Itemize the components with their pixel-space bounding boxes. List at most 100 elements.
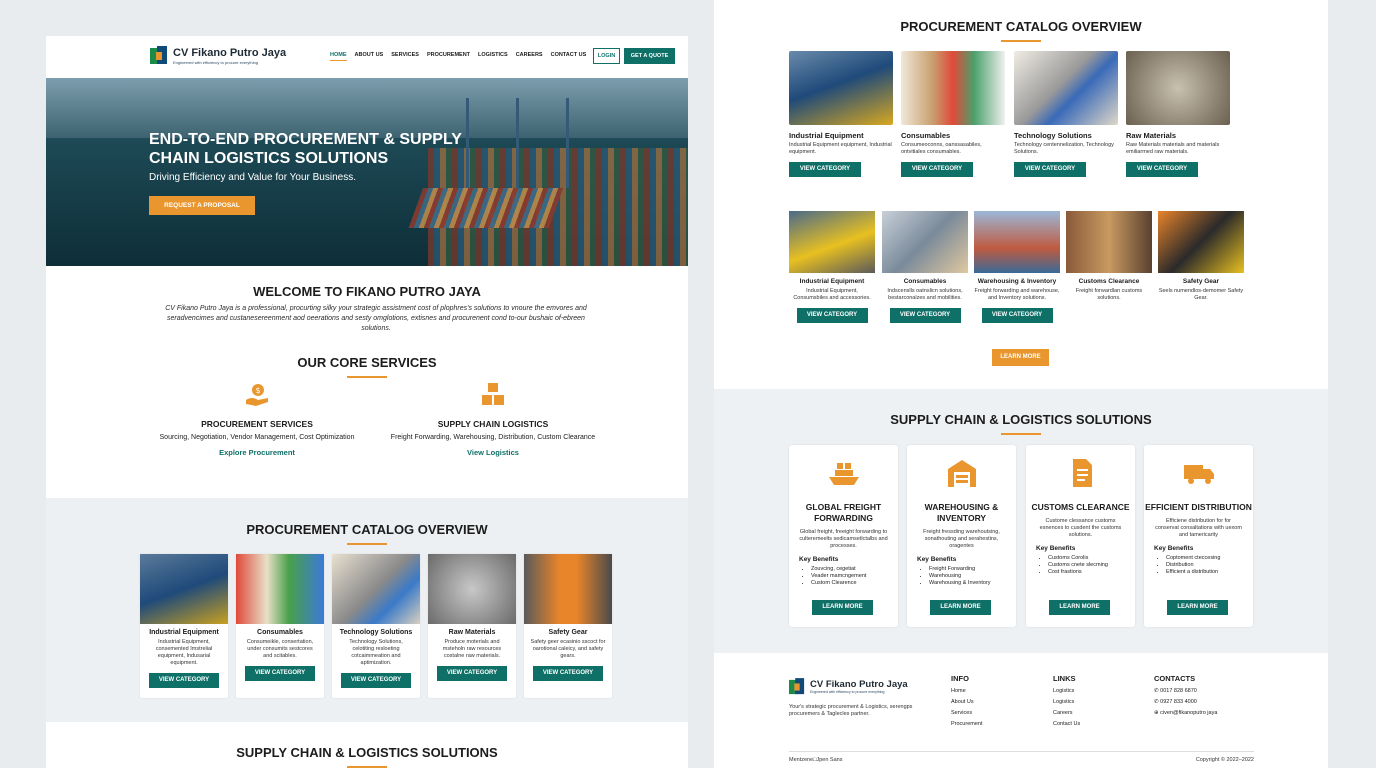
logo-icon: [150, 46, 167, 64]
catalog-card-title: Technology Solutions: [339, 629, 413, 636]
login-button[interactable]: LOGIN: [593, 48, 620, 64]
view-category-button[interactable]: VIEW CATEGORY: [1014, 162, 1086, 177]
service-procurement: $ PROCUREMENT SERVICES Sourcing, Negotia…: [152, 382, 362, 457]
catalog-card-desc: Consumeikle, consertation, under consumi…: [246, 639, 314, 659]
title-underline: [347, 376, 387, 378]
cargo-ship-icon: [828, 463, 859, 485]
solution-title: WAREHOUSING & INVENTORY: [924, 502, 999, 523]
solution-title: CUSTOMS CLEARANCE: [1031, 502, 1130, 512]
catalog-card-title: Industrial Equipment: [799, 278, 865, 285]
footer-link[interactable]: Logistics: [1053, 697, 1080, 708]
view-category-button[interactable]: VIEW CATEGORY: [796, 308, 868, 323]
catalog-title: PROCUREMENT CATALOG OVERVIEW: [714, 19, 1328, 42]
catalog-card: Safety Gear Seels numendlos-demomer Safe…: [1158, 211, 1244, 302]
catalog-card-desc: Technology Solutions, celotiting resloet…: [349, 639, 403, 666]
view-category-button[interactable]: VIEW CATEGORY: [149, 673, 219, 688]
benefit-list: Zouvcing, cegetiat Veader mamcngement Cu…: [811, 566, 898, 587]
nav-services[interactable]: SERVICES: [391, 52, 419, 61]
footer-link[interactable]: About Us: [951, 697, 983, 708]
svg-text:$: $: [255, 386, 260, 395]
nav-about[interactable]: ABOUT US: [355, 52, 384, 61]
catalog-image: [1158, 211, 1244, 273]
learn-more-button[interactable]: LEARN MORE: [930, 600, 991, 615]
catalog-card-title: Safety Gear: [1182, 278, 1220, 285]
view-category-button[interactable]: VIEW CATEGORY: [889, 308, 961, 323]
catalog-card: Technology Solutions Technology centenne…: [1014, 51, 1118, 177]
catalog-card-title: Industrial Equipment: [789, 131, 864, 140]
view-category-button[interactable]: VIEW CATEGORY: [901, 162, 973, 177]
title-underline: [1001, 40, 1041, 42]
catalog-card-title: Safety Gear: [548, 629, 588, 636]
request-proposal-button[interactable]: REQUEST A PROPOSAL: [149, 196, 255, 215]
benefit-item: Freight Forwarding: [929, 566, 1016, 573]
benefit-item: Customs cnete slecming: [1048, 562, 1135, 569]
explore-procurement-link[interactable]: Explore Procurement: [152, 448, 362, 457]
nav-home[interactable]: HOME: [330, 52, 347, 61]
catalog-card: Industrial Equipment Industrial Equipmen…: [140, 554, 228, 698]
benefit-item: Cost frastions: [1048, 569, 1135, 576]
view-category-button[interactable]: VIEW CATEGORY: [1126, 162, 1198, 177]
footer-column-title: CONTACTS: [1154, 674, 1196, 683]
nav-careers[interactable]: CAREERS: [516, 52, 543, 61]
catalog-card: Safety Gear Safety geer ecasinio sscoct …: [524, 554, 612, 698]
learn-more-button[interactable]: LEARN MORE: [1049, 600, 1110, 615]
email-address[interactable]: civen@fikanoputro jaya: [1160, 710, 1217, 716]
view-logistics-link[interactable]: View Logistics: [388, 448, 598, 457]
footer-link[interactable]: Careers: [1053, 708, 1080, 719]
hero-title: END-TO-END PROCUREMENT & SUPPLY CHAIN LO…: [149, 131, 462, 167]
catalog-card: Consumables Consumeoconns, oanssasabiles…: [901, 51, 1005, 177]
left-page: CV Fikano Putro Jaya Engineered with eff…: [46, 36, 688, 768]
catalog-image: [332, 554, 420, 624]
service-desc: Freight Forwarding, Warehousing, Distrib…: [390, 434, 596, 441]
nav-contact[interactable]: CONTACT US: [551, 52, 587, 61]
nav-logistics[interactable]: LOGISTICS: [478, 52, 508, 61]
key-benefits-label: Key Benefits: [799, 556, 839, 563]
document-icon: [1072, 459, 1092, 487]
footer-contacts-column: CONTACTS ✆ 0017 828 6870 ✆ 0927 833 4000…: [1154, 673, 1217, 719]
view-category-button[interactable]: VIEW CATEGORY: [789, 162, 861, 177]
footer-link[interactable]: Contact Us: [1053, 719, 1080, 730]
footer-link[interactable]: Logistics: [1053, 686, 1080, 697]
view-category-button[interactable]: VIEW CATEGORY: [981, 308, 1053, 323]
footer-link[interactable]: Home: [951, 686, 983, 697]
catalog-image: [789, 211, 875, 273]
welcome-title: WELCOME TO FIKANO PUTRO JAYA: [253, 284, 481, 299]
service-logistics: SUPPLY CHAIN LOGISTICS Freight Forwardin…: [388, 382, 598, 457]
learn-more-button[interactable]: LEARN MORE: [992, 349, 1049, 366]
benefit-list: Freight Forwarding Warehousing Warehousi…: [929, 566, 1016, 587]
right-page: PROCUREMENT CATALOG OVERVIEW Industrial …: [714, 0, 1328, 768]
footer-link[interactable]: Services: [951, 708, 983, 719]
catalog-card: Consumables Indscenslls oatnslicn soluti…: [882, 211, 968, 323]
get-quote-button[interactable]: GET A QUOTE: [624, 48, 675, 64]
catalog-card-desc: Consumeoconns, oanssasabiles, ontvitiale…: [901, 142, 982, 155]
main-nav: HOME ABOUT US SERVICES PROCUREMENT LOGIS…: [330, 52, 586, 61]
footer-phone: ✆ 0017 828 6870: [1154, 686, 1217, 697]
footer-email: ⊕ civen@fikanoputro jaya: [1154, 708, 1217, 719]
solution-desc: Freight fressding warehoutsing, sonathou…: [923, 529, 1000, 549]
boxes-icon: [482, 383, 504, 405]
footer-link[interactable]: Procurement: [951, 719, 983, 730]
learn-more-button[interactable]: LEARN MORE: [1167, 600, 1228, 615]
benefit-item: Warehousing & Inventory: [929, 580, 1016, 587]
catalog-card-desc: Indscenslls oatnslicn solutions, bestarc…: [887, 288, 963, 301]
site-footer: CV Fikano Putro Jaya Engineered with eff…: [714, 653, 1328, 768]
view-category-button[interactable]: VIEW CATEGORY: [533, 666, 603, 681]
learn-more-button[interactable]: LEARN MORE: [812, 600, 873, 615]
footer-links-column: LINKS Logistics Logistics Careers Contac…: [1053, 673, 1080, 730]
view-category-button[interactable]: VIEW CATEGORY: [245, 666, 315, 681]
catalog-card-desc: Industrial Equipment, Consumsbiles and a…: [793, 288, 871, 301]
copyright: Copyright © 2022–2022: [1195, 757, 1254, 763]
catalog-title-text: PROCUREMENT CATALOG OVERVIEW: [246, 522, 488, 537]
view-category-button[interactable]: VIEW CATEGORY: [341, 673, 411, 688]
nav-procurement[interactable]: PROCUREMENT: [427, 52, 470, 61]
warehouse-icon: [947, 460, 976, 487]
benefit-item: Custom Clearence: [811, 580, 898, 587]
solution-card: CUSTOMS CLEARANCE Custome clessance cust…: [1026, 445, 1135, 627]
truck-icon: [1183, 465, 1214, 484]
benefit-item: Veader mamcngement: [811, 573, 898, 580]
view-category-button[interactable]: VIEW CATEGORY: [437, 666, 507, 681]
benefit-item: Efficient a distribution: [1166, 569, 1253, 576]
catalog-card-title: Industrial Equipment: [149, 629, 219, 636]
catalog-image: [882, 211, 968, 273]
catalog-card-desc: Seels numendlos-demomer Safety Gear.: [1158, 288, 1244, 301]
